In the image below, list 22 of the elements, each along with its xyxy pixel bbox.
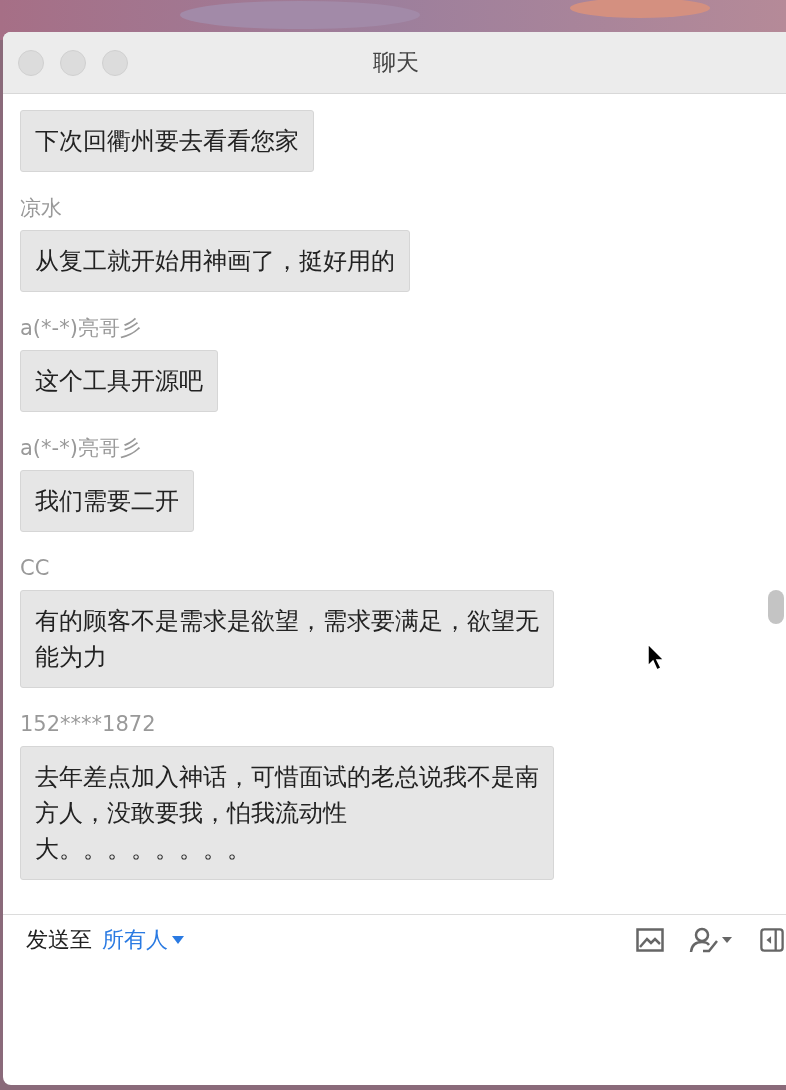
sender-name: 凉水 bbox=[20, 195, 62, 222]
message-bubble: 去年差点加入神话，可惜面试的老总说我不是南方人，没敢要我，怕我流动性 大。。。。。。。。 bbox=[20, 746, 554, 880]
scrollbar-thumb[interactable] bbox=[768, 590, 784, 624]
recipient-dropdown[interactable]: 所有人 bbox=[102, 925, 184, 955]
message-bubble: 有的顾客不是需求是欲望，需求要满足，欲望无能为力 bbox=[20, 590, 554, 688]
message-bubble: 下次回衢州要去看看您家 bbox=[20, 110, 314, 172]
message-bubble: 从复工就开始用神画了，挺好用的 bbox=[20, 230, 410, 292]
caret-icon bbox=[172, 936, 184, 944]
minimize-button[interactable] bbox=[60, 49, 86, 76]
sidebar-toggle-icon[interactable] bbox=[758, 928, 786, 952]
send-to-label: 发送至 bbox=[26, 926, 92, 954]
sender-name: CC bbox=[20, 555, 50, 582]
zoom-button[interactable] bbox=[102, 49, 128, 76]
window-title: 聊天 bbox=[371, 48, 420, 77]
sender-name: a(*-*)亮哥彡 bbox=[20, 435, 141, 462]
sender-name: 152****1872 bbox=[20, 711, 156, 738]
image-icon[interactable] bbox=[636, 928, 664, 952]
close-button[interactable] bbox=[18, 49, 44, 76]
sender-name: a(*-*)亮哥彡 bbox=[20, 315, 141, 342]
message-bubble: 我们需要二开 bbox=[20, 470, 194, 532]
person-edit-icon[interactable] bbox=[689, 927, 733, 953]
message-bubble: 这个工具开源吧 bbox=[20, 350, 218, 412]
